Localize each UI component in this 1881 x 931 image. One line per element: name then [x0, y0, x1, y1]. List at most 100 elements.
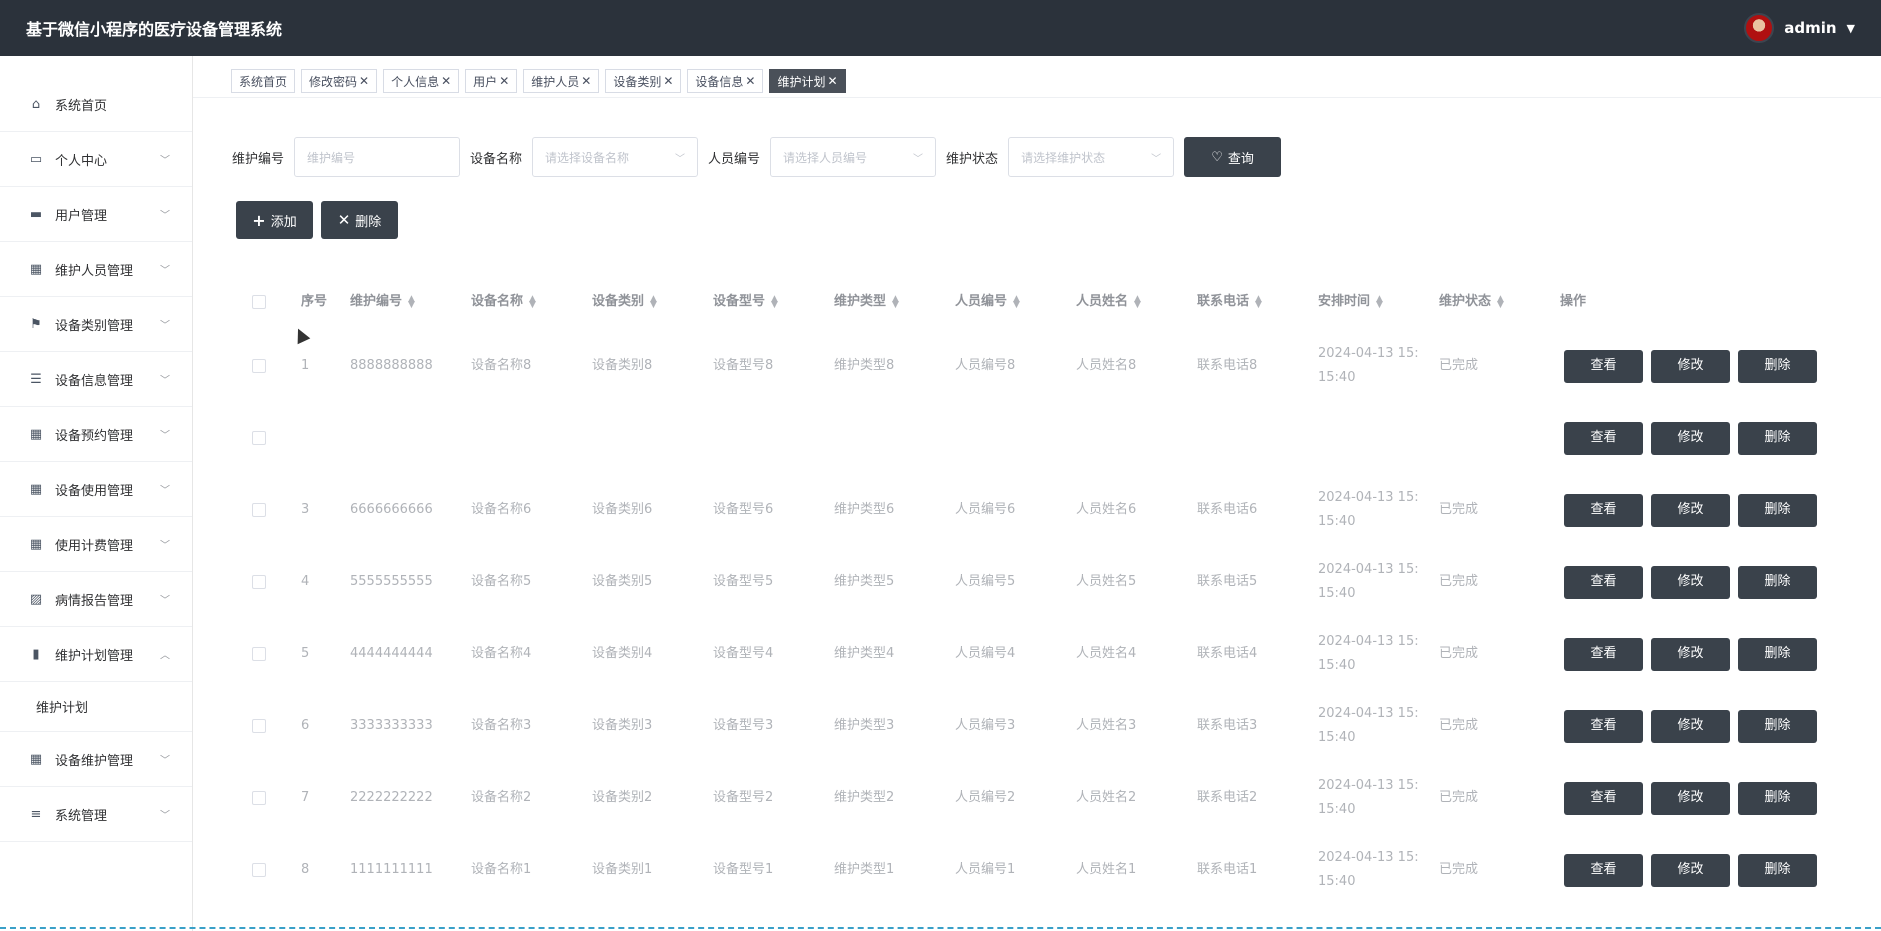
- delete-button[interactable]: 删除: [1738, 565, 1817, 599]
- heart-icon: ♡: [1211, 149, 1223, 165]
- sort-icon[interactable]: ▲ ▼: [1134, 295, 1141, 310]
- view-button[interactable]: 查看: [1564, 565, 1643, 599]
- edit-button[interactable]: 修改: [1651, 421, 1730, 455]
- sort-icon[interactable]: ▲ ▼: [1497, 295, 1504, 310]
- sidebar-item-2[interactable]: ▬ 用户管理 ﹀: [0, 187, 192, 242]
- cell-pno: 人员编号4: [955, 646, 1016, 661]
- delete-button[interactable]: 删除: [1738, 493, 1817, 527]
- device-name-select[interactable]: 请选择设备名称 ﹀: [532, 137, 699, 177]
- sort-icon[interactable]: ▲ ▼: [408, 295, 415, 310]
- row-checkbox[interactable]: [252, 330, 266, 402]
- search-label-code: 维护编号: [232, 151, 285, 167]
- edit-button[interactable]: 修改: [1651, 637, 1730, 671]
- status-select[interactable]: 请选择维护状态 ﹀: [1008, 137, 1175, 177]
- sort-icon[interactable]: ▲ ▼: [1013, 295, 1020, 310]
- table-row: 8 1111111111 设备名称1 设备类别1 设备型号1 维护类型1 人员编号1 人员姓名…: [232, 834, 1852, 906]
- delete-button[interactable]: 删除: [1738, 781, 1817, 815]
- close-icon[interactable]: ✕: [499, 74, 509, 88]
- maintenance-code-input[interactable]: 维护编号: [294, 137, 461, 177]
- close-icon[interactable]: ✕: [663, 74, 673, 88]
- tab-1[interactable]: 修改密码 ✕: [301, 69, 378, 93]
- sidebar-item-9[interactable]: ▨ 病情报告管理 ﹀: [0, 572, 192, 627]
- edit-button[interactable]: 修改: [1651, 781, 1730, 815]
- row-checkbox[interactable]: [252, 834, 266, 906]
- tab-3[interactable]: 用户 ✕: [465, 69, 518, 93]
- column-header[interactable]: 维护状态 ▲ ▼: [1439, 274, 1504, 330]
- view-button[interactable]: 查看: [1564, 421, 1643, 455]
- sort-icon[interactable]: ▲ ▼: [1255, 295, 1262, 310]
- sidebar-item-5[interactable]: ☰ 设备信息管理 ﹀: [0, 352, 192, 407]
- tab-0[interactable]: 系统首页: [231, 69, 296, 93]
- sidebar-item-0[interactable]: ⌂ 系统首页: [0, 77, 192, 132]
- row-checkbox[interactable]: [252, 546, 266, 618]
- edit-button[interactable]: 修改: [1651, 853, 1730, 887]
- delete-button[interactable]: 删除: [1738, 349, 1817, 383]
- sidebar-item-10[interactable]: ▮ 维护计划管理 ︿: [0, 627, 192, 682]
- sidebar-item-1[interactable]: ▭ 个人中心 ﹀: [0, 132, 192, 187]
- scheduled-time: 2024-04-13 15: 15:40: [1318, 474, 1419, 546]
- edit-button[interactable]: 修改: [1651, 349, 1730, 383]
- column-header[interactable]: 安排时间 ▲ ▼: [1318, 274, 1383, 330]
- close-icon[interactable]: ✕: [581, 74, 591, 88]
- caret-down-icon[interactable]: ▼: [1847, 22, 1855, 35]
- sort-icon[interactable]: ▲ ▼: [892, 295, 899, 310]
- person-code-select[interactable]: 请选择人员编号 ﹀: [770, 137, 937, 177]
- column-header[interactable]: 联系电话 ▲ ▼: [1197, 274, 1262, 330]
- user-menu[interactable]: admin ▼: [1744, 13, 1855, 43]
- edit-button[interactable]: 修改: [1651, 493, 1730, 527]
- row-checkbox[interactable]: [252, 402, 266, 474]
- user-name[interactable]: admin: [1784, 19, 1836, 37]
- bulk-delete-button[interactable]: ✕ 删除: [321, 201, 398, 239]
- column-header[interactable]: 人员姓名 ▲ ▼: [1076, 274, 1141, 330]
- column-header[interactable]: 设备类别 ▲ ▼: [592, 274, 657, 330]
- sidebar-item-3[interactable]: ▦ 维护人员管理 ﹀: [0, 242, 192, 297]
- edit-button[interactable]: 修改: [1651, 709, 1730, 743]
- column-header[interactable]: 维护类型 ▲ ▼: [834, 274, 899, 330]
- card-icon: ▭: [29, 151, 43, 167]
- view-button[interactable]: 查看: [1564, 637, 1643, 671]
- sort-icon[interactable]: ▲ ▼: [529, 295, 536, 310]
- close-icon[interactable]: ✕: [441, 74, 451, 88]
- column-header[interactable]: 设备型号 ▲ ▼: [713, 274, 778, 330]
- tab-4[interactable]: 维护人员 ✕: [523, 69, 600, 93]
- sidebar-item-4[interactable]: ⚑ 设备类别管理 ﹀: [0, 297, 192, 352]
- sort-icon[interactable]: ▲ ▼: [650, 295, 657, 310]
- row-checkbox[interactable]: [252, 762, 266, 834]
- sidebar-item-7[interactable]: ▦ 设备使用管理 ﹀: [0, 462, 192, 517]
- status-placeholder: 请选择维护状态: [1021, 150, 1106, 165]
- tab-6[interactable]: 设备信息 ✕: [687, 69, 764, 93]
- select-all-checkbox[interactable]: [252, 274, 266, 330]
- column-header[interactable]: 设备名称 ▲ ▼: [471, 274, 536, 330]
- tab-5[interactable]: 设备类别 ✕: [605, 69, 682, 93]
- view-button[interactable]: 查看: [1564, 781, 1643, 815]
- add-button[interactable]: + 添加: [236, 201, 313, 239]
- view-button[interactable]: 查看: [1564, 493, 1643, 527]
- close-icon[interactable]: ✕: [745, 74, 755, 88]
- row-checkbox[interactable]: [252, 474, 266, 546]
- view-button[interactable]: 查看: [1564, 709, 1643, 743]
- row-checkbox[interactable]: [252, 690, 266, 762]
- close-icon[interactable]: ✕: [359, 74, 369, 88]
- column-header[interactable]: 人员编号 ▲ ▼: [955, 274, 1020, 330]
- sidebar-item-6[interactable]: ▦ 设备预约管理 ﹀: [0, 407, 192, 462]
- sidebar-item-8[interactable]: ▦ 使用计费管理 ﹀: [0, 517, 192, 572]
- avatar[interactable]: [1744, 13, 1775, 43]
- view-button[interactable]: 查看: [1564, 853, 1643, 887]
- query-button[interactable]: ♡ 查询: [1184, 137, 1282, 177]
- edit-button[interactable]: 修改: [1651, 565, 1730, 599]
- sidebar-item-12[interactable]: ≡ 系统管理 ﹀: [0, 787, 192, 842]
- sort-icon[interactable]: ▲ ▼: [771, 295, 778, 310]
- tab-2[interactable]: 个人信息 ✕: [383, 69, 460, 93]
- delete-button[interactable]: 删除: [1738, 637, 1817, 671]
- view-button[interactable]: 查看: [1564, 349, 1643, 383]
- sidebar-item-11[interactable]: ▦ 设备维护管理 ﹀: [0, 732, 192, 787]
- delete-button[interactable]: 删除: [1738, 709, 1817, 743]
- sort-icon[interactable]: ▲ ▼: [1376, 295, 1383, 310]
- tab-7[interactable]: 维护计划 ✕: [769, 69, 846, 93]
- row-checkbox[interactable]: [252, 618, 266, 690]
- delete-button[interactable]: 删除: [1738, 421, 1817, 455]
- column-header[interactable]: 维护编号 ▲ ▼: [350, 274, 415, 330]
- close-icon[interactable]: ✕: [828, 74, 838, 88]
- sidebar-subitem-maintenance-plan[interactable]: 维护计划: [0, 682, 192, 732]
- delete-button[interactable]: 删除: [1738, 853, 1817, 887]
